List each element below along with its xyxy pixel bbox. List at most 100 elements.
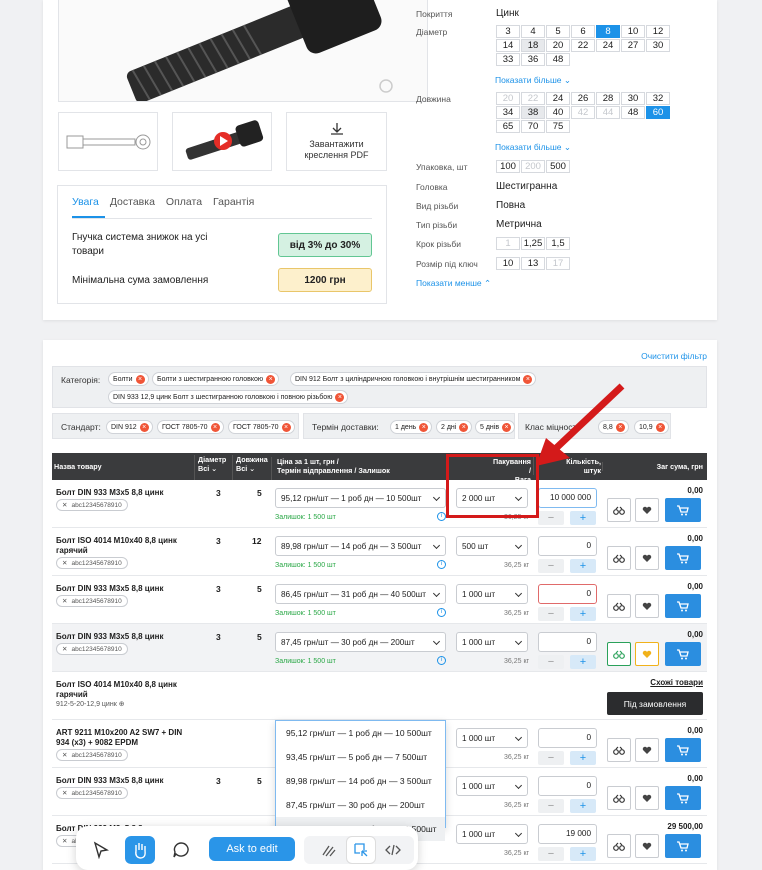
similar-link[interactable]: Схожі товари	[650, 678, 703, 687]
option-cell[interactable]: 48	[546, 53, 570, 66]
option-cell[interactable]: 17	[546, 257, 570, 270]
compare-button[interactable]	[607, 642, 631, 666]
quantity-input[interactable]: 0	[538, 584, 597, 604]
add-to-cart-button[interactable]	[665, 546, 701, 570]
option-cell[interactable]: 3	[496, 25, 520, 38]
filter-chip[interactable]: ГОСТ 7805-70 ×	[157, 420, 224, 434]
pack-select[interactable]: 500 шт	[456, 536, 528, 556]
option-cell[interactable]: 13	[521, 257, 545, 270]
info-icon[interactable]: i	[437, 560, 446, 569]
favorite-button[interactable]	[635, 834, 659, 858]
dropdown-option[interactable]: 93,45 грн/шт — 5 роб дн — 7 500шт	[276, 745, 445, 769]
option-cell[interactable]: 200	[521, 160, 545, 173]
download-pdf-button[interactable]: Завантажити креслення PDF	[286, 112, 387, 171]
price-select[interactable]: 95,12 грн/шт — 1 роб дн — 10 500шт	[275, 488, 446, 508]
option-cell[interactable]: 1,5	[546, 237, 570, 250]
decrement-button[interactable]: −	[538, 511, 564, 525]
decrement-button[interactable]: −	[538, 607, 564, 621]
compare-button[interactable]	[607, 786, 631, 810]
dropdown-option[interactable]: 87,45 грн/шт — 30 роб дн — 200шт	[276, 793, 445, 817]
filter-chip[interactable]: 10,9 ×	[634, 420, 669, 434]
option-cell[interactable]: 12	[646, 25, 670, 38]
thumb-video[interactable]	[172, 112, 272, 171]
add-to-cart-button[interactable]	[665, 498, 701, 522]
dropdown-option[interactable]: 95,12 грн/шт — 1 роб дн — 10 500шт	[276, 721, 445, 745]
info-icon[interactable]: i	[437, 608, 446, 617]
filter-chip[interactable]: 5 днів ×	[475, 420, 516, 434]
product-name[interactable]: Болт DIN 933 M3x5 8,8 цинк	[56, 632, 196, 642]
option-cell[interactable]: 22	[571, 39, 595, 52]
compare-button[interactable]	[607, 498, 631, 522]
option-cell[interactable]: 28	[596, 92, 620, 105]
add-to-cart-button[interactable]	[665, 786, 701, 810]
compare-button[interactable]	[607, 594, 631, 618]
option-cell[interactable]: 65	[496, 120, 520, 133]
option-cell[interactable]: 1,25	[521, 237, 545, 250]
option-cell[interactable]: 100	[496, 160, 520, 173]
option-cell[interactable]: 44	[596, 106, 620, 119]
option-cell[interactable]: 34	[496, 106, 520, 119]
info-icon[interactable]: i	[437, 656, 446, 665]
option-cell[interactable]: 8	[596, 25, 620, 38]
product-main-image[interactable]	[58, 0, 428, 102]
favorite-button[interactable]	[635, 498, 659, 522]
pack-select[interactable]: 1 000 шт	[456, 824, 528, 844]
filter-chip[interactable]: 2 дні ×	[436, 420, 473, 434]
sku-tag[interactable]: ✕abc12345678910	[56, 787, 128, 799]
quantity-input[interactable]: 0	[538, 728, 597, 748]
tab-payment[interactable]: Оплата	[166, 196, 208, 218]
th-length[interactable]: Довжина Всі ⌄	[232, 455, 270, 480]
quantity-input[interactable]: 10 000 000	[538, 488, 597, 508]
info-icon[interactable]: i	[437, 512, 446, 521]
increment-button[interactable]: +	[570, 655, 596, 669]
length-show-more[interactable]: Показати більше ⌄	[495, 142, 571, 153]
option-cell[interactable]: 30	[621, 92, 645, 105]
add-to-cart-button[interactable]	[665, 738, 701, 762]
increment-button[interactable]: +	[570, 559, 596, 573]
sku-tag[interactable]: ✕abc12345678910	[56, 595, 128, 607]
tab-delivery[interactable]: Доставка	[110, 196, 161, 218]
favorite-button[interactable]	[635, 642, 659, 666]
option-cell[interactable]: 48	[621, 106, 645, 119]
diameter-show-more[interactable]: Показати більше ⌄	[495, 75, 571, 86]
option-cell[interactable]: 40	[546, 106, 570, 119]
compare-button[interactable]	[607, 738, 631, 762]
pack-select[interactable]: 1 000 шт	[456, 776, 528, 796]
tab-warranty[interactable]: Гарантія	[213, 196, 260, 218]
pack-select[interactable]: 1 000 шт	[456, 728, 528, 748]
option-cell[interactable]: 6	[571, 25, 595, 38]
option-cell[interactable]: 24	[596, 39, 620, 52]
filter-chip[interactable]: DIN 912 Болт з циліндричною головкою і в…	[290, 372, 537, 386]
filter-chip[interactable]: DIN 912 ×	[106, 420, 153, 434]
option-cell[interactable]: 42	[571, 106, 595, 119]
hand-tool[interactable]	[125, 836, 155, 864]
quantity-input[interactable]: 0	[538, 776, 597, 796]
sku-tag[interactable]: ✕abc12345678910	[56, 749, 128, 761]
option-cell[interactable]: 4	[521, 25, 545, 38]
clear-filter-link[interactable]: Очистити фільтр	[641, 351, 707, 361]
option-cell[interactable]: 1	[496, 237, 520, 250]
filter-chip[interactable]: ГОСТ 7805-70 ×	[228, 420, 295, 434]
sku-tag[interactable]: ✕abc12345678910	[56, 557, 128, 569]
option-cell[interactable]: 30	[646, 39, 670, 52]
tab-attention[interactable]: Увага	[72, 196, 105, 218]
quantity-input[interactable]: 0	[538, 536, 597, 556]
product-name[interactable]: Болт DIN 933 M3x5 8,8 цинк	[56, 584, 196, 594]
th-diameter[interactable]: Діаметр Всі ⌄	[194, 455, 231, 480]
select-tool[interactable]	[346, 836, 376, 864]
decrement-button[interactable]: −	[538, 559, 564, 573]
filter-chip[interactable]: DIN 933 12,9 цинк Болт з шестигранною го…	[108, 390, 349, 404]
product-name[interactable]: Болт ISO 4014 M10x40 8,8 цинк гарячий	[56, 536, 196, 556]
sku-tag[interactable]: ✕abc12345678910	[56, 643, 128, 655]
option-cell[interactable]: 32	[646, 92, 670, 105]
option-cell[interactable]: 33	[496, 53, 520, 66]
option-cell[interactable]: 22	[521, 92, 545, 105]
draw-tool[interactable]	[314, 836, 344, 864]
option-cell[interactable]: 75	[546, 120, 570, 133]
sku-tag[interactable]: ✕abc12345678910	[56, 499, 128, 511]
add-to-cart-button[interactable]	[665, 834, 701, 858]
dropdown-option[interactable]: 89,98 грн/шт — 14 роб дн — 3 500шт	[276, 769, 445, 793]
pack-select[interactable]: 1 000 шт	[456, 584, 528, 604]
increment-button[interactable]: +	[570, 511, 596, 525]
favorite-button[interactable]	[635, 738, 659, 762]
